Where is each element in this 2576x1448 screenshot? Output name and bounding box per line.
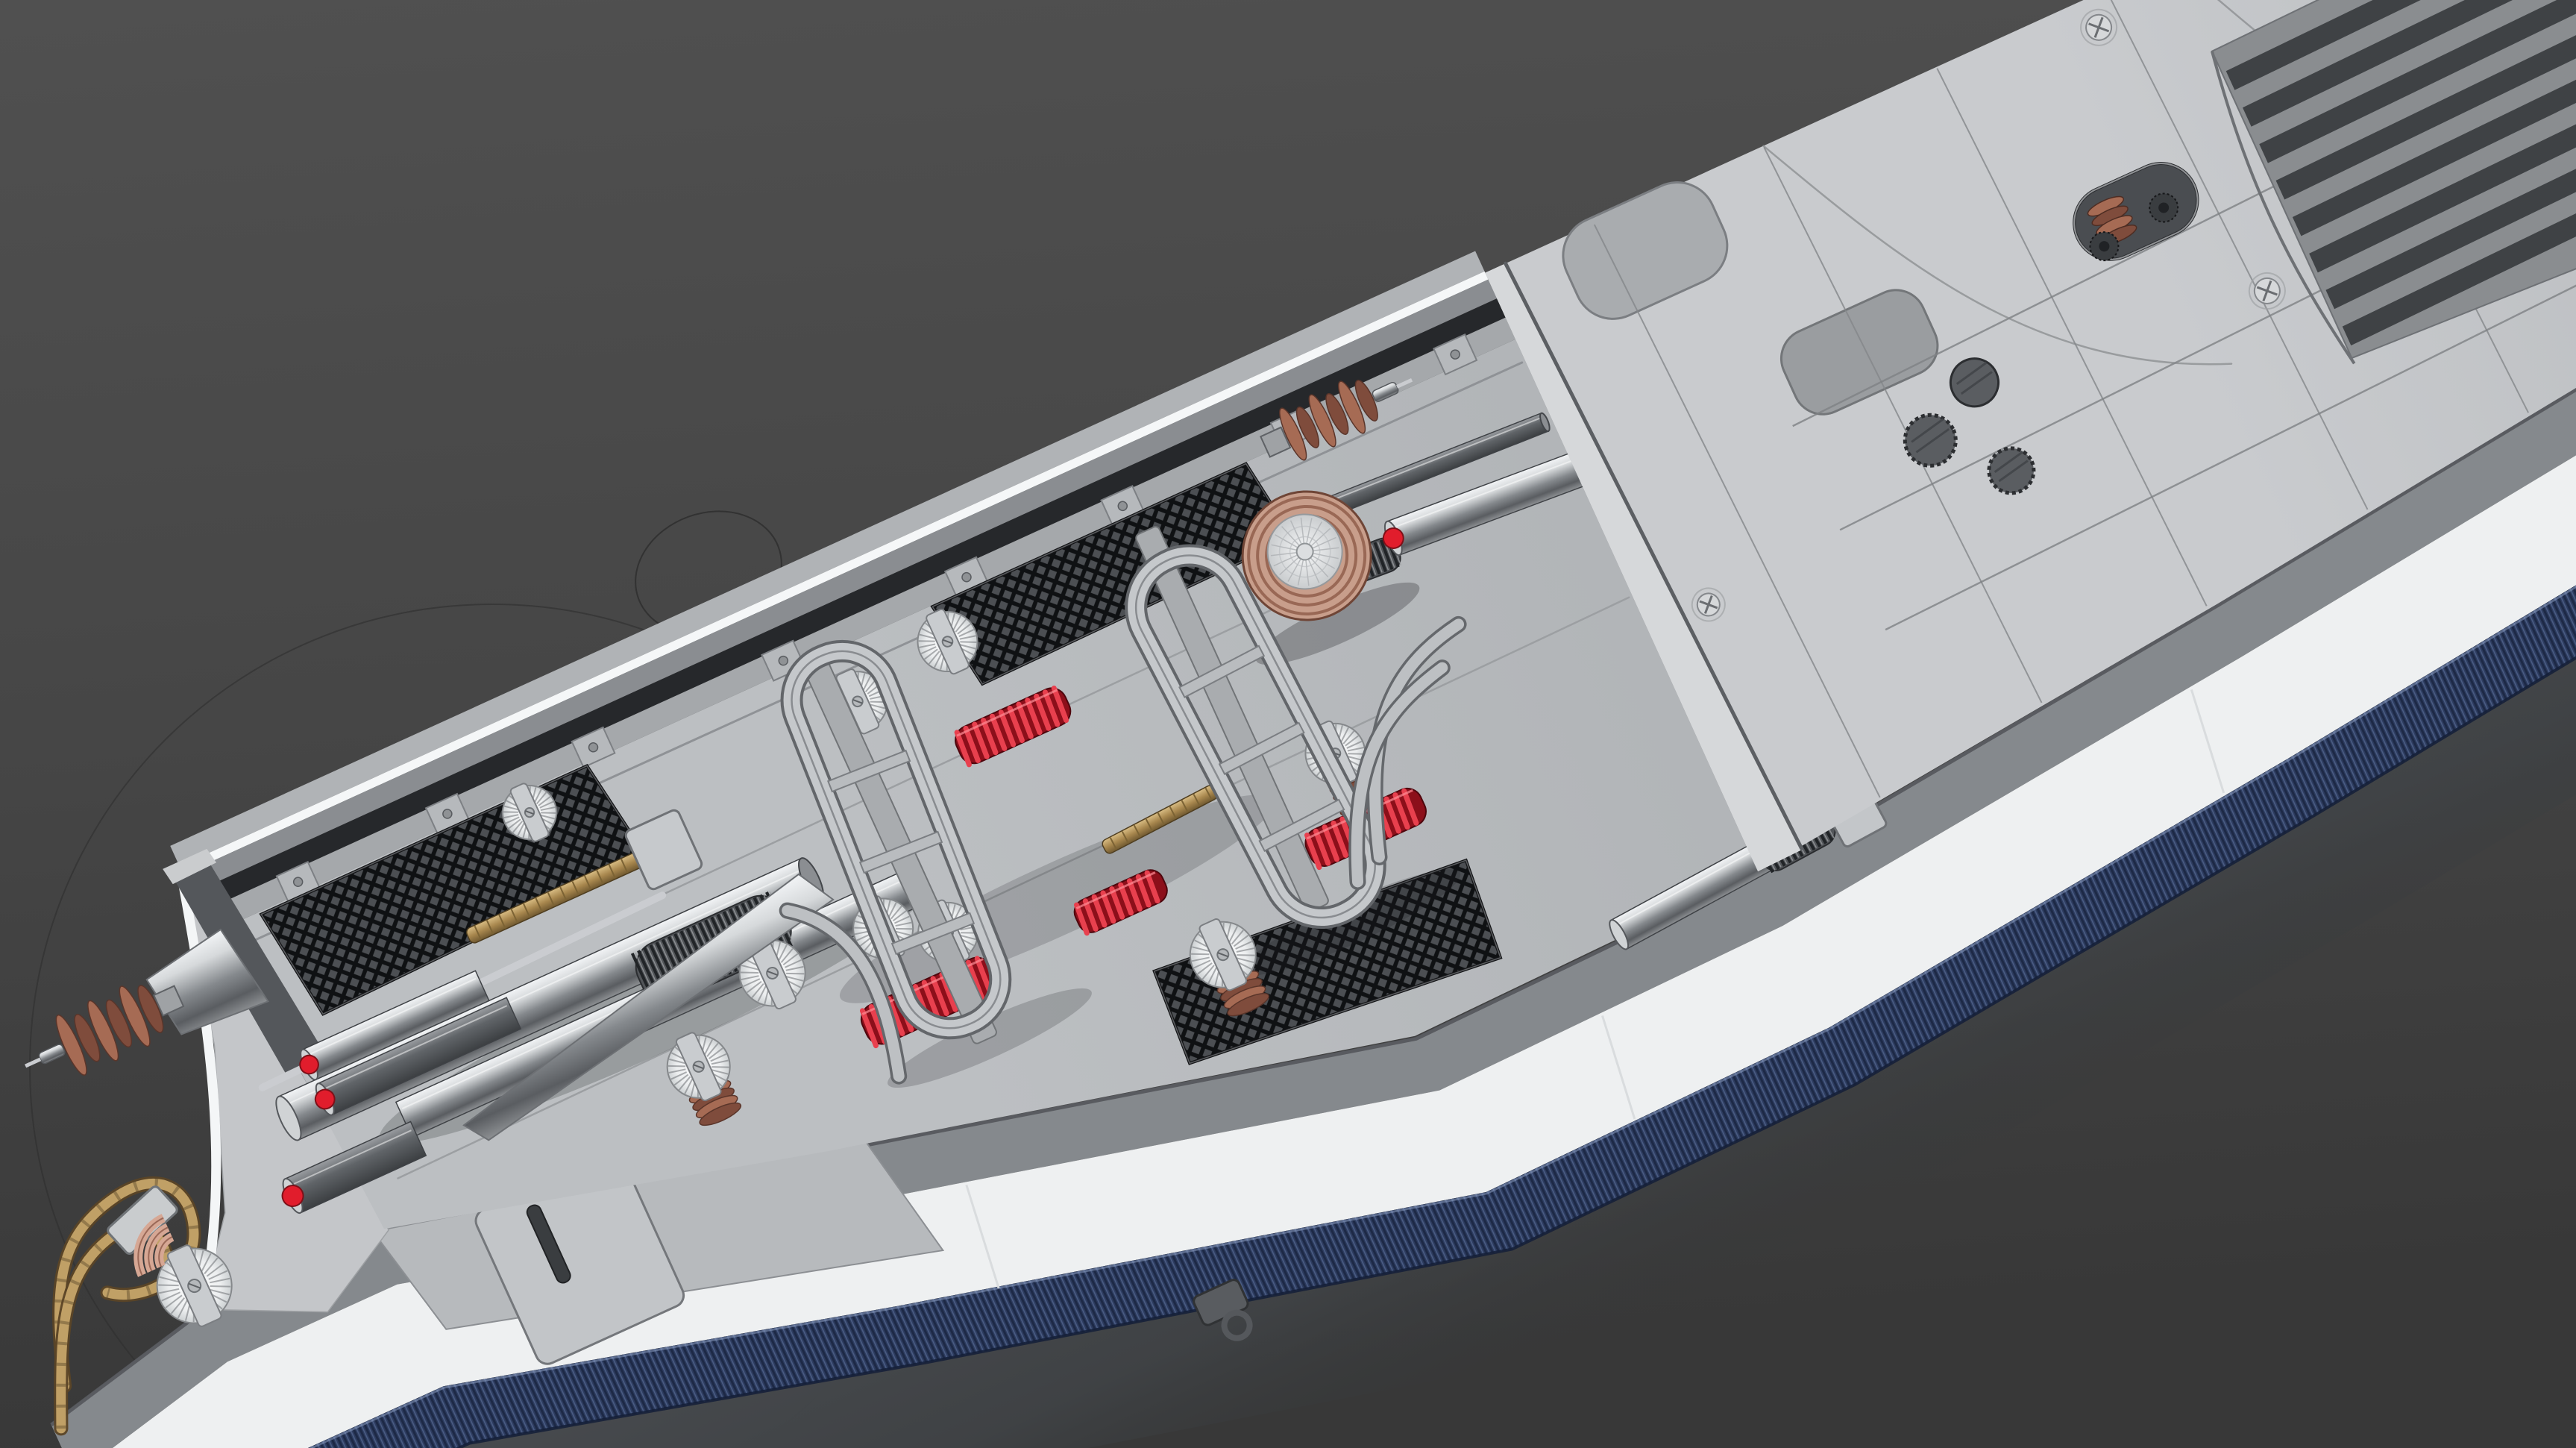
train-roof-render	[0, 0, 2576, 1448]
viewport-3d-render	[0, 0, 2576, 1448]
